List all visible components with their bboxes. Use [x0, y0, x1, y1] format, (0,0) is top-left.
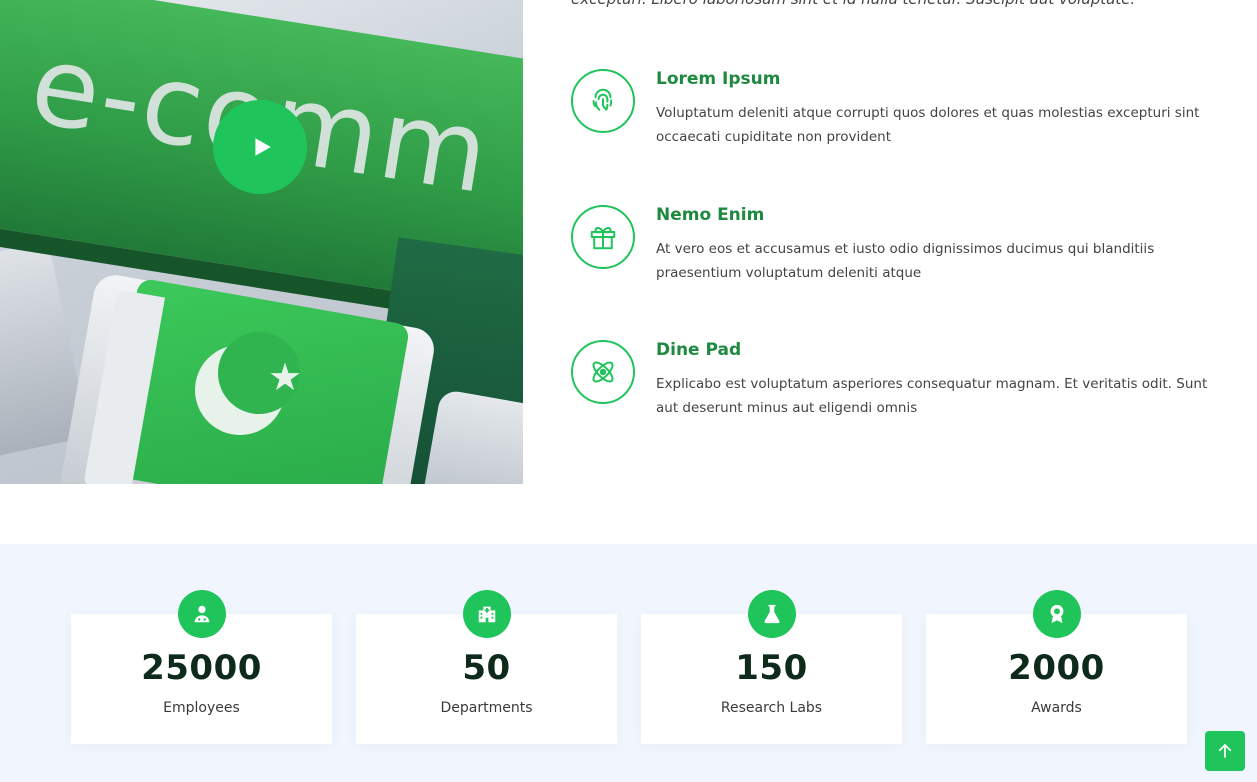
about-section: e-comm ★ excepturi. Libero laboriosam si…: [0, 0, 1257, 544]
flask-icon: [747, 590, 796, 638]
doctor-icon: [177, 590, 226, 638]
fingerprint-icon: [571, 69, 635, 133]
feature-title: Lorem Ipsum: [656, 69, 781, 89]
atom-icon: [571, 340, 635, 404]
star-icon: ★: [268, 355, 303, 399]
back-to-top-button[interactable]: [1205, 731, 1245, 771]
count-label: Departments: [440, 700, 533, 716]
count-value: 150: [735, 648, 808, 688]
count-value: 50: [462, 648, 511, 688]
count-value: 2000: [1008, 648, 1105, 688]
hospital-icon: [462, 590, 511, 638]
feature-description: At vero eos et accusamus et iusto odio d…: [656, 241, 1155, 281]
count-box-research-labs: 150 Research Labs: [641, 590, 902, 744]
count-label: Employees: [163, 700, 240, 716]
feature-item: Dine Pad Explicabo est voluptatum asperi…: [571, 340, 1221, 440]
count-box-employees: 25000 Employees: [71, 590, 332, 744]
video-thumbnail[interactable]: e-comm ★: [0, 0, 523, 484]
count-box-awards: 2000 Awards: [926, 590, 1187, 744]
feature-title: Dine Pad: [656, 340, 742, 360]
count-label: Awards: [1031, 700, 1082, 716]
count-value: 25000: [141, 648, 262, 688]
feature-item: Nemo Enim At vero eos et accusamus et iu…: [571, 205, 1221, 305]
play-icon: [255, 138, 271, 156]
feature-title: Nemo Enim: [656, 205, 765, 225]
award-icon: [1032, 590, 1081, 638]
intro-text: excepturi. Libero laboriosam sint et id …: [571, 0, 1135, 8]
arrow-up-icon: [1218, 744, 1232, 758]
count-label: Research Labs: [720, 700, 823, 716]
feature-item: Lorem Ipsum Voluptatum deleniti atque co…: [571, 69, 1221, 169]
feature-description: Explicabo est voluptatum asperiores cons…: [656, 376, 1208, 416]
gift-icon: [571, 205, 635, 269]
feature-description: Voluptatum deleniti atque corrupti quos …: [656, 105, 1200, 145]
count-box-departments: 50 Departments: [356, 590, 617, 744]
play-video-button[interactable]: [213, 100, 307, 194]
counts-section: 25000 Employees 50 Departments 150 Resea…: [0, 544, 1257, 782]
